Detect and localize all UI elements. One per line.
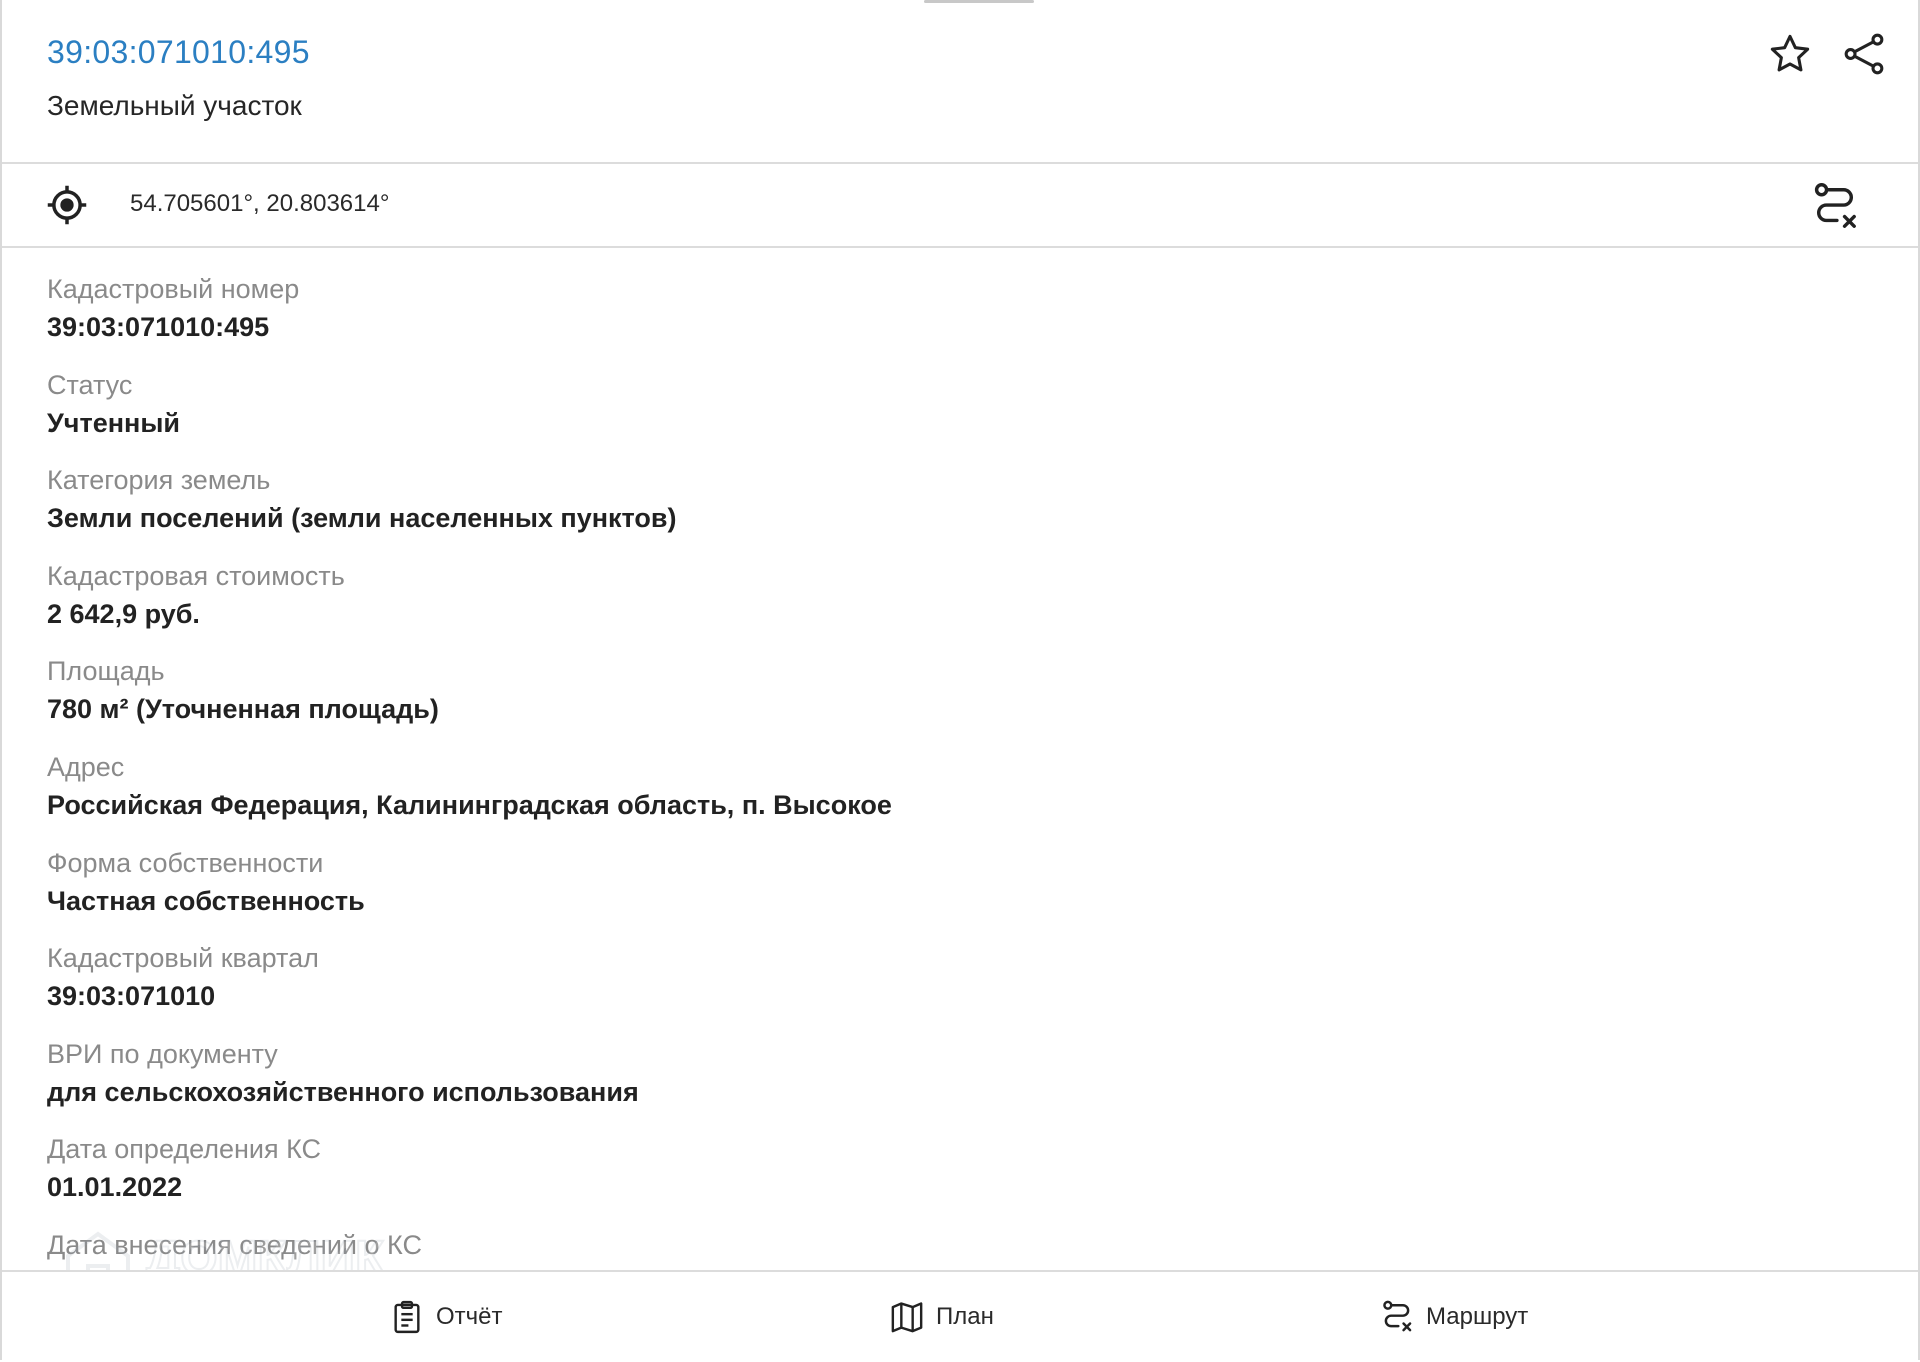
- plan-label: План: [936, 1303, 994, 1330]
- details-list: Кадастровый номер 39:03:071010:495 Стату…: [47, 272, 1867, 1324]
- field-cadastral-quarter: Кадастровый квартал 39:03:071010: [47, 941, 1867, 1037]
- clipboard-icon: [394, 1300, 420, 1334]
- route-button[interactable]: Маршрут: [1380, 1272, 1528, 1362]
- field-value: Российская Федерация, Калининградская об…: [47, 789, 892, 820]
- field-area: Площадь 780 м² (Уточненная площадь): [47, 654, 1867, 750]
- field-value: 39:03:071010:495: [47, 312, 270, 342]
- field-value: 2 642,9 руб.: [47, 598, 200, 629]
- field-cadastral-number: Кадастровый номер 39:03:071010:495: [47, 272, 1867, 368]
- field-ownership: Форма собственности Частная собственност…: [47, 846, 1867, 942]
- field-value: Частная собственность: [47, 885, 365, 916]
- field-label: Категория земель: [47, 465, 271, 496]
- route-clear-icon[interactable]: [1812, 182, 1858, 232]
- field-address: Адрес Российская Федерация, Калининградс…: [47, 750, 1867, 846]
- favorite-button[interactable]: [1766, 30, 1814, 78]
- cadastral-title[interactable]: 39:03:071010:495: [47, 34, 310, 71]
- route-icon: [1383, 1300, 1412, 1332]
- bottom-bar: Отчёт План Маршрут: [2, 1270, 1918, 1360]
- field-status: Статус Учтенный: [47, 368, 1867, 464]
- object-type: Земельный участок: [47, 90, 302, 121]
- object-card: 39:03:071010:495 Земельный участок 54.70…: [0, 0, 1920, 1360]
- field-valuation-date: Дата определения КС 01.01.2022: [47, 1132, 1867, 1228]
- field-land-category: Категория земель Земли поселений (земли …: [47, 463, 1867, 559]
- field-label: Кадастровый номер: [47, 274, 300, 304]
- field-value: Земли поселений (земли населенных пункто…: [47, 503, 677, 534]
- field-label: Площадь: [47, 656, 165, 687]
- field-value: 780 м² (Уточненная площадь): [47, 694, 439, 725]
- share-button[interactable]: [1840, 30, 1888, 78]
- star-icon: [1770, 34, 1810, 72]
- card-header: 39:03:071010:495 Земельный участок: [2, 0, 1918, 164]
- field-label: Дата определения КС: [47, 1134, 322, 1165]
- map-icon: [891, 1302, 923, 1333]
- coordinates-text[interactable]: 54.705601°, 20.803614°: [130, 190, 389, 218]
- header-actions: [1766, 30, 1888, 78]
- field-value: Учтенный: [47, 407, 180, 438]
- field-value: 39:03:071010: [47, 981, 216, 1012]
- field-label: Форма собственности: [47, 847, 324, 878]
- field-label: ВРИ по документу: [47, 1038, 278, 1069]
- field-label: Кадастровый квартал: [47, 943, 319, 974]
- field-value: для сельскохозяйственного использования: [47, 1076, 639, 1107]
- field-label: Адрес: [47, 751, 125, 782]
- field-label: Статус: [47, 369, 133, 400]
- field-value: 01.01.2022: [47, 1172, 183, 1203]
- field-cadastral-value: Кадастровая стоимость 2 642,9 руб.: [47, 559, 1867, 655]
- report-button[interactable]: Отчёт: [390, 1272, 503, 1362]
- plan-button[interactable]: План: [890, 1272, 994, 1362]
- route-label: Маршрут: [1426, 1303, 1529, 1330]
- crosshair-icon[interactable]: [46, 184, 88, 226]
- field-label: Кадастровая стоимость: [47, 560, 345, 591]
- report-label: Отчёт: [436, 1303, 503, 1330]
- share-icon: [1844, 33, 1884, 75]
- field-permitted-use: ВРИ по документу для сельскохозяйственно…: [47, 1037, 1867, 1133]
- coordinates-row: 54.705601°, 20.803614°: [2, 164, 1918, 248]
